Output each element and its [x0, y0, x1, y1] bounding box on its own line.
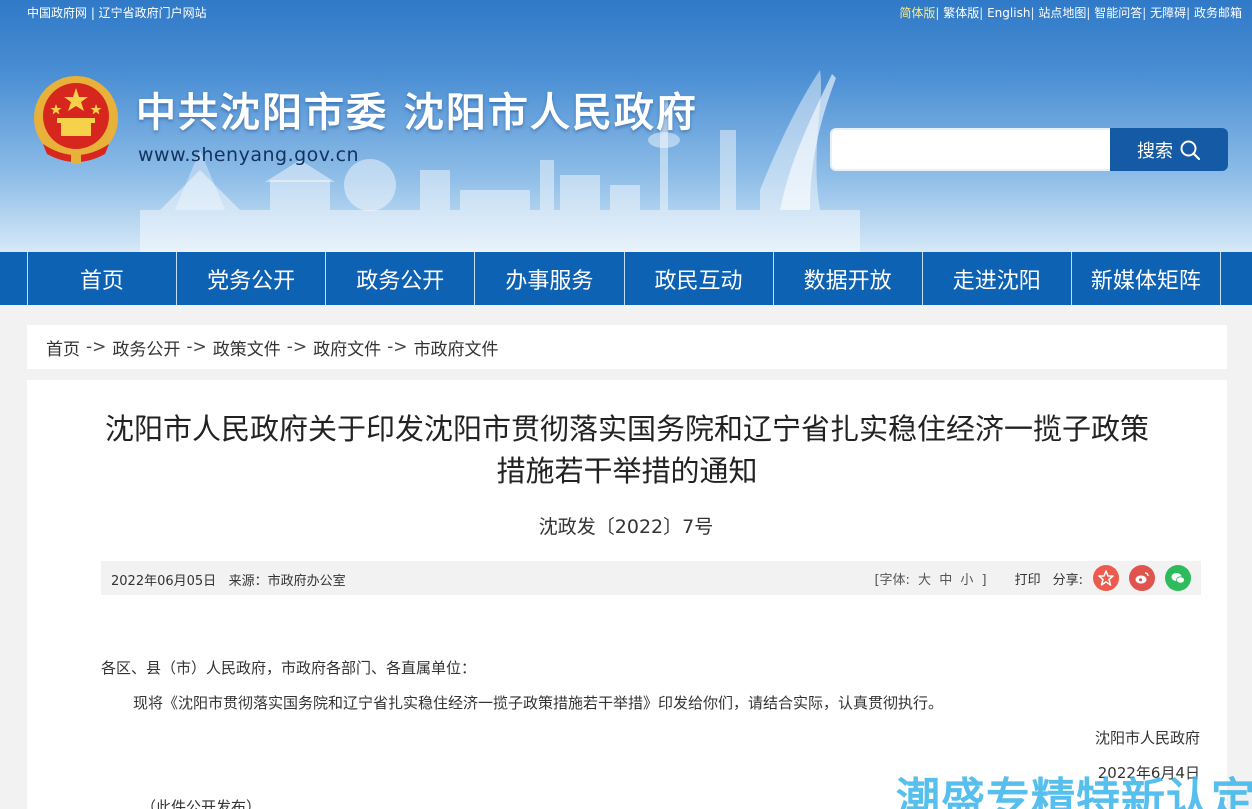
- print-link[interactable]: 打印: [1015, 569, 1041, 588]
- breadcrumb-gov-affairs[interactable]: 政务公开: [112, 335, 180, 360]
- article-title-line2: 措施若干举措的通知: [496, 454, 758, 488]
- search-button-label: 搜索: [1137, 140, 1173, 162]
- meta-right: [字体: 大 中 小 ] 打印 分享:: [872, 565, 1191, 591]
- font-size-close: ]: [981, 572, 987, 588]
- share-star-icon[interactable]: [1093, 565, 1119, 591]
- site-title: 中共沈阳市委 沈阳市人民政府: [136, 90, 698, 136]
- article-title-line1: 沈阳市人民政府关于印发沈阳市贯彻落实国务院和辽宁省扎实稳住经济一揽子政策: [104, 412, 1149, 446]
- nav-interaction[interactable]: 政民互动: [625, 252, 774, 305]
- nav-home[interactable]: 首页: [28, 252, 178, 305]
- top-bar: 中国政府网 | 辽宁省政府门户网站 简体版| 繁体版| English| 站点地…: [0, 0, 1252, 24]
- article-salutation: 各区、县（市）人民政府，市政府各部门、各直属单位：: [101, 659, 477, 677]
- article-panel: 沈阳市人民政府关于印发沈阳市贯彻落实国务院和辽宁省扎实稳住经济一揽子政策 措施若…: [27, 380, 1227, 809]
- publish-date: 2022年06月05日: [111, 574, 217, 589]
- article-source: 来源：市政府办公室: [228, 574, 346, 589]
- top-links-right: 简体版| 繁体版| English| 站点地图| 智能问答| 无障碍| 政务邮箱: [899, 6, 1242, 20]
- breadcrumb-separator: ->: [86, 337, 107, 357]
- site-header: 中国政府网 | 辽宁省政府门户网站 简体版| 繁体版| English| 站点地…: [0, 0, 1252, 252]
- link-sitemap[interactable]: 站点地图: [1038, 6, 1086, 20]
- article-title: 沈阳市人民政府关于印发沈阳市贯彻落实国务院和辽宁省扎实稳住经济一揽子政策 措施若…: [87, 408, 1167, 492]
- nav-new-media[interactable]: 新媒体矩阵: [1072, 252, 1221, 305]
- nav-open-data[interactable]: 数据开放: [774, 252, 923, 305]
- breadcrumb-gov-docs[interactable]: 政府文件: [313, 335, 381, 360]
- nav-services[interactable]: 办事服务: [475, 252, 625, 305]
- link-accessibility[interactable]: 无障碍: [1150, 6, 1186, 20]
- article-signature: 沈阳市人民政府: [1094, 729, 1200, 747]
- font-size-control: [字体: 大 中 小 ]: [872, 569, 988, 588]
- search-button[interactable]: 搜索: [1110, 128, 1228, 171]
- link-traditional[interactable]: 繁体版: [943, 6, 979, 20]
- link-gov-mail[interactable]: 政务邮箱: [1194, 6, 1242, 20]
- nav-gov-affairs[interactable]: 政务公开: [326, 252, 476, 305]
- search-icon: [1180, 140, 1201, 160]
- meta-left: 2022年06月05日 来源：市政府办公室: [111, 570, 346, 589]
- national-emblem-icon: [34, 76, 118, 164]
- site-url: www.shenyang.gov.cn: [138, 144, 360, 166]
- top-links-left[interactable]: 中国政府网 | 辽宁省政府门户网站: [27, 4, 207, 21]
- search-box: 搜索: [830, 128, 1228, 171]
- font-size-small[interactable]: 小: [960, 573, 973, 588]
- link-simplified[interactable]: 简体版: [899, 6, 935, 20]
- breadcrumb-policy-docs[interactable]: 政策文件: [213, 335, 281, 360]
- article-body-paragraph: 现将《沈阳市贯彻落实国务院和辽宁省扎实稳住经济一揽子政策措施若干举措》印发给你们…: [133, 694, 944, 712]
- share-weibo-icon[interactable]: [1129, 565, 1155, 591]
- font-size-medium[interactable]: 中: [939, 573, 952, 588]
- main-nav: 首页 党务公开 政务公开 办事服务 政民互动 数据开放 走进沈阳 新媒体矩阵: [0, 252, 1252, 305]
- document-number: 沈政发〔2022〕7号: [538, 516, 714, 538]
- share-label: 分享:: [1052, 572, 1083, 588]
- share-wechat-icon[interactable]: [1165, 565, 1191, 591]
- breadcrumb-city-docs[interactable]: 市政府文件: [414, 335, 499, 360]
- breadcrumb-separator: ->: [387, 337, 408, 357]
- breadcrumb: 首页 -> 政务公开 -> 政策文件 -> 政府文件 -> 市政府文件: [27, 325, 1227, 369]
- nav-about-shenyang[interactable]: 走进沈阳: [923, 252, 1072, 305]
- breadcrumb-separator: ->: [186, 337, 207, 357]
- search-input[interactable]: [830, 128, 1112, 171]
- article-meta-bar: 2022年06月05日 来源：市政府办公室 [字体: 大 中 小 ] 打印 分享…: [101, 561, 1201, 595]
- breadcrumb-separator: ->: [286, 337, 308, 357]
- watermark: 潮盛专精特新认定网: [896, 774, 1252, 809]
- link-smart-qa[interactable]: 智能问答: [1094, 6, 1142, 20]
- font-size-label: [字体:: [874, 572, 910, 588]
- article-note: （此件公开发布）: [141, 798, 262, 809]
- font-size-large[interactable]: 大: [918, 573, 931, 588]
- nav-party-affairs[interactable]: 党务公开: [177, 252, 327, 305]
- breadcrumb-home[interactable]: 首页: [46, 335, 80, 360]
- link-english[interactable]: English: [987, 6, 1030, 20]
